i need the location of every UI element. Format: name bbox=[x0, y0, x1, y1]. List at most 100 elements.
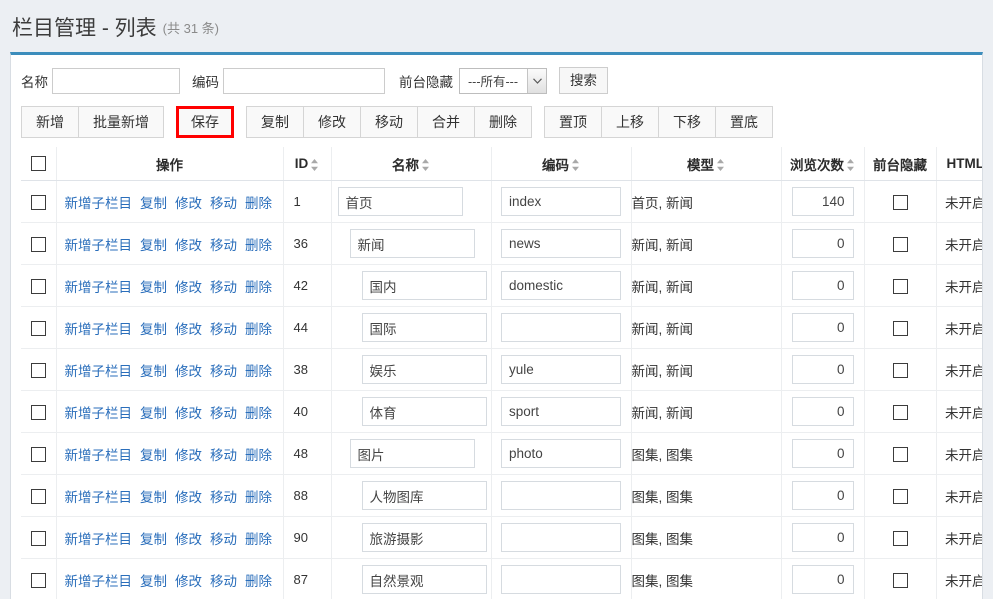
row-action-move[interactable]: 移动 bbox=[210, 448, 237, 463]
row-action-move[interactable]: 移动 bbox=[210, 532, 237, 547]
row-action-copy[interactable]: 复制 bbox=[140, 448, 167, 463]
row-select-checkbox[interactable] bbox=[30, 404, 46, 420]
row-views-input[interactable] bbox=[791, 355, 854, 384]
row-hidden-cell[interactable] bbox=[864, 516, 937, 559]
row-hidden-cell[interactable] bbox=[864, 390, 937, 433]
row-hidden-cell[interactable] bbox=[864, 306, 937, 349]
row-action-move[interactable]: 移动 bbox=[210, 322, 237, 337]
row-select-checkbox[interactable] bbox=[30, 446, 46, 462]
toolbar-button-save[interactable]: 保存 bbox=[176, 106, 234, 138]
row-select-checkbox[interactable] bbox=[30, 488, 46, 504]
row-views-input[interactable] bbox=[791, 565, 854, 594]
row-hidden-cell[interactable] bbox=[864, 432, 937, 475]
row-hidden-checkbox[interactable] bbox=[892, 404, 908, 420]
row-action-delete[interactable]: 删除 bbox=[245, 406, 272, 421]
row-name-input[interactable] bbox=[337, 187, 463, 216]
row-select-checkbox[interactable] bbox=[30, 572, 46, 588]
row-name-input[interactable] bbox=[361, 313, 487, 342]
row-action-copy[interactable]: 复制 bbox=[140, 406, 167, 421]
row-action-modify[interactable]: 修改 bbox=[175, 280, 202, 295]
row-action-move[interactable]: 移动 bbox=[210, 490, 237, 505]
row-hidden-cell[interactable] bbox=[864, 180, 937, 223]
row-select-cell[interactable] bbox=[21, 348, 57, 391]
row-action-add-subcolumn[interactable]: 新增子栏目 bbox=[65, 532, 133, 547]
row-hidden-checkbox[interactable] bbox=[892, 530, 908, 546]
row-action-add-subcolumn[interactable]: 新增子栏目 bbox=[65, 322, 133, 337]
row-action-move[interactable]: 移动 bbox=[210, 238, 237, 253]
row-action-delete[interactable]: 删除 bbox=[245, 280, 272, 295]
row-hidden-cell[interactable] bbox=[864, 222, 937, 265]
row-code-input[interactable] bbox=[501, 523, 621, 552]
row-action-copy[interactable]: 复制 bbox=[140, 574, 167, 589]
row-views-input[interactable] bbox=[791, 187, 854, 216]
header-views[interactable]: 浏览次数 bbox=[781, 147, 865, 181]
row-views-input[interactable] bbox=[791, 229, 854, 258]
row-action-add-subcolumn[interactable]: 新增子栏目 bbox=[65, 364, 133, 379]
row-code-input[interactable] bbox=[501, 397, 621, 426]
row-hidden-cell[interactable] bbox=[864, 558, 937, 599]
row-action-delete[interactable]: 删除 bbox=[245, 238, 272, 253]
row-views-input[interactable] bbox=[791, 271, 854, 300]
row-action-add-subcolumn[interactable]: 新增子栏目 bbox=[65, 448, 133, 463]
row-code-input[interactable] bbox=[501, 565, 621, 594]
row-action-delete[interactable]: 删除 bbox=[245, 364, 272, 379]
row-action-copy[interactable]: 复制 bbox=[140, 532, 167, 547]
toolbar-button-batch-add[interactable]: 批量新增 bbox=[78, 106, 164, 138]
select-all-checkbox[interactable] bbox=[30, 156, 46, 172]
row-name-input[interactable] bbox=[349, 439, 475, 468]
row-action-modify[interactable]: 修改 bbox=[175, 532, 202, 547]
row-action-modify[interactable]: 修改 bbox=[175, 574, 202, 589]
row-code-input[interactable] bbox=[501, 355, 621, 384]
row-action-move[interactable]: 移动 bbox=[210, 406, 237, 421]
row-select-cell[interactable] bbox=[21, 222, 57, 265]
row-code-input[interactable] bbox=[501, 313, 621, 342]
toolbar-button-move-up[interactable]: 上移 bbox=[601, 106, 659, 138]
row-select-checkbox[interactable] bbox=[30, 320, 46, 336]
row-action-move[interactable]: 移动 bbox=[210, 280, 237, 295]
row-action-modify[interactable]: 修改 bbox=[175, 448, 202, 463]
row-action-modify[interactable]: 修改 bbox=[175, 406, 202, 421]
row-select-cell[interactable] bbox=[21, 264, 57, 307]
toolbar-button-move-top[interactable]: 置顶 bbox=[544, 106, 602, 138]
row-action-copy[interactable]: 复制 bbox=[140, 196, 167, 211]
row-action-move[interactable]: 移动 bbox=[210, 574, 237, 589]
header-code[interactable]: 编码 bbox=[491, 147, 632, 181]
row-action-add-subcolumn[interactable]: 新增子栏目 bbox=[65, 280, 133, 295]
row-hidden-cell[interactable] bbox=[864, 474, 937, 517]
row-views-input[interactable] bbox=[791, 523, 854, 552]
row-select-cell[interactable] bbox=[21, 558, 57, 599]
row-select-cell[interactable] bbox=[21, 306, 57, 349]
row-action-copy[interactable]: 复制 bbox=[140, 490, 167, 505]
row-views-input[interactable] bbox=[791, 313, 854, 342]
row-select-cell[interactable] bbox=[21, 474, 57, 517]
row-name-input[interactable] bbox=[349, 229, 475, 258]
row-views-input[interactable] bbox=[791, 397, 854, 426]
row-name-input[interactable] bbox=[361, 565, 487, 594]
row-action-delete[interactable]: 删除 bbox=[245, 322, 272, 337]
row-name-input[interactable] bbox=[361, 523, 487, 552]
row-action-add-subcolumn[interactable]: 新增子栏目 bbox=[65, 490, 133, 505]
row-action-modify[interactable]: 修改 bbox=[175, 322, 202, 337]
search-button[interactable]: 搜索 bbox=[559, 67, 608, 94]
search-hidden-select[interactable]: ---所有--- bbox=[459, 67, 547, 94]
search-code-input[interactable] bbox=[223, 67, 385, 94]
row-action-copy[interactable]: 复制 bbox=[140, 238, 167, 253]
row-hidden-checkbox[interactable] bbox=[892, 236, 908, 252]
row-name-input[interactable] bbox=[361, 481, 487, 510]
row-action-copy[interactable]: 复制 bbox=[140, 280, 167, 295]
row-hidden-cell[interactable] bbox=[864, 264, 937, 307]
row-select-checkbox[interactable] bbox=[30, 194, 46, 210]
toolbar-button-copy[interactable]: 复制 bbox=[246, 106, 304, 138]
toolbar-button-modify[interactable]: 修改 bbox=[303, 106, 361, 138]
header-select-all[interactable] bbox=[21, 147, 57, 181]
row-select-cell[interactable] bbox=[21, 180, 57, 223]
row-action-delete[interactable]: 删除 bbox=[245, 448, 272, 463]
row-action-modify[interactable]: 修改 bbox=[175, 364, 202, 379]
header-model[interactable]: 模型 bbox=[631, 147, 782, 181]
row-select-cell[interactable] bbox=[21, 432, 57, 475]
toolbar-button-move-bottom[interactable]: 置底 bbox=[715, 106, 773, 138]
row-action-delete[interactable]: 删除 bbox=[245, 532, 272, 547]
row-select-checkbox[interactable] bbox=[30, 530, 46, 546]
row-action-modify[interactable]: 修改 bbox=[175, 490, 202, 505]
row-action-copy[interactable]: 复制 bbox=[140, 364, 167, 379]
